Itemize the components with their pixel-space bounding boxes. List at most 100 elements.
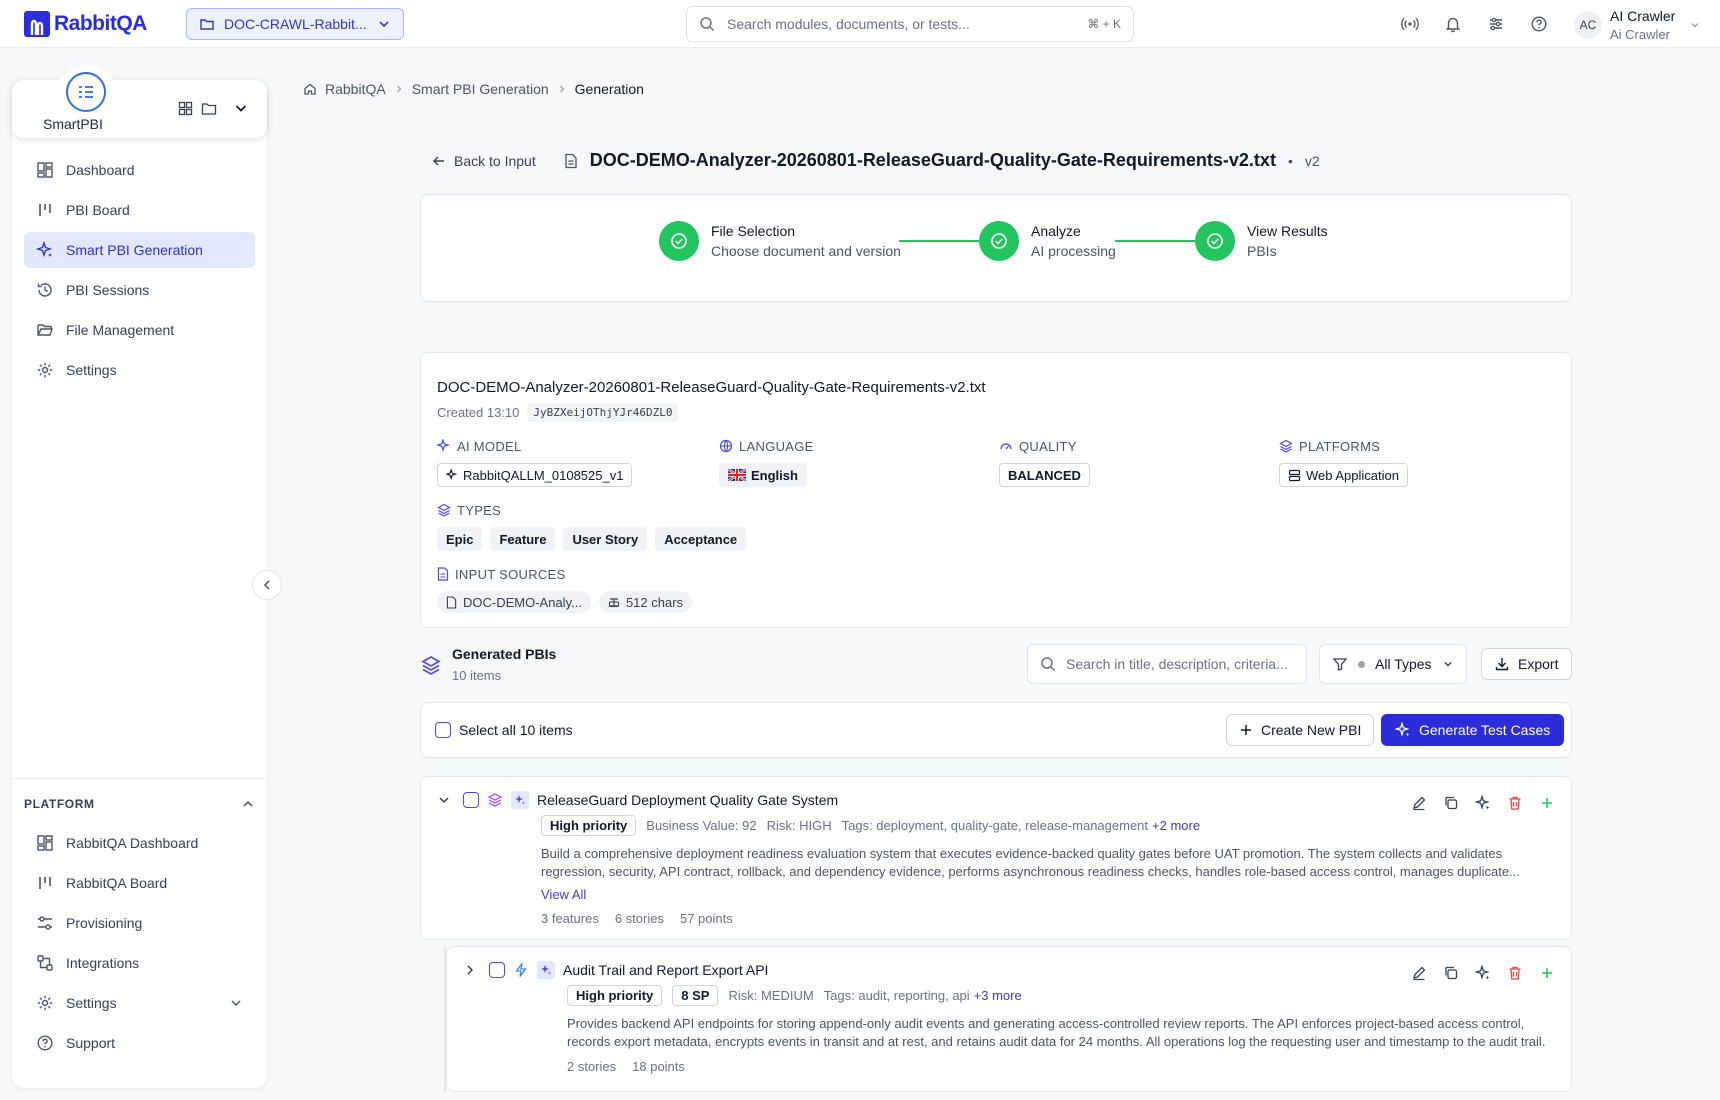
- language-chip: English: [719, 463, 807, 487]
- type-filter-select[interactable]: All Types: [1319, 644, 1467, 684]
- select-all-label[interactable]: Select all 10 items: [459, 722, 573, 738]
- breadcrumb-link[interactable]: Smart PBI Generation: [412, 81, 549, 97]
- platform-value: Web Application: [1306, 467, 1399, 483]
- field-ai-model: AI MODEL RabbitQALLM_0108525_v1: [437, 437, 633, 487]
- select-all-checkbox[interactable]: [435, 722, 451, 738]
- sidebar-item-integrations[interactable]: Integrations: [24, 945, 255, 981]
- edit-icon[interactable]: [1411, 795, 1427, 811]
- pbi-checkbox[interactable]: [463, 792, 479, 808]
- version-label: v2: [1304, 152, 1320, 169]
- breadcrumb-link[interactable]: RabbitQA: [325, 81, 386, 97]
- sidebar-item-dashboard[interactable]: Dashboard: [24, 152, 255, 188]
- edit-icon[interactable]: [1411, 965, 1427, 981]
- source-file-name: DOC-DEMO-Analy...: [463, 594, 582, 610]
- project-selector[interactable]: DOC-CRAWL-Rabbit...: [186, 8, 404, 40]
- sidebar-item-rabbitqa-dashboard[interactable]: RabbitQA Dashboard: [24, 825, 255, 861]
- generated-pbis-header: Generated PBIs 10 items Search in title,…: [420, 644, 1572, 688]
- sidebar-item-platform-settings[interactable]: Settings: [24, 985, 255, 1021]
- export-label: Export: [1518, 656, 1559, 672]
- chevron-right-icon: [557, 84, 567, 94]
- grid-icon[interactable]: [178, 101, 193, 116]
- platform-header[interactable]: PLATFORM: [12, 783, 267, 825]
- ai-enhance-icon[interactable]: [1475, 795, 1491, 811]
- pbi-item-feature[interactable]: Audit Trail and Report Export API High p…: [446, 946, 1572, 1092]
- risk-label: Risk: HIGH: [766, 818, 832, 833]
- gauge-icon: [999, 439, 1013, 453]
- sidebar-item-label: Smart PBI Generation: [66, 242, 203, 258]
- ai-enhance-icon[interactable]: [1475, 965, 1491, 981]
- app-switcher[interactable]: SmartPBI: [12, 66, 267, 138]
- quality-chip: BALANCED: [999, 463, 1090, 487]
- folder-icon[interactable]: [201, 101, 217, 116]
- user-menu[interactable]: AC AI Crawler Ai Crawler: [1574, 6, 1701, 44]
- step-analyze: Analyze AI processing: [979, 221, 1116, 261]
- layers-icon: [437, 503, 451, 517]
- chevron-down-icon[interactable]: [233, 100, 249, 116]
- sidebar-item-file-management[interactable]: File Management: [24, 312, 255, 348]
- settings-sliders-icon[interactable]: [1474, 12, 1517, 36]
- session-info-card: DOC-DEMO-Analyzer-20260801-ReleaseGuard-…: [420, 352, 1572, 628]
- sidebar-item-pbi-sessions[interactable]: PBI Sessions: [24, 272, 255, 308]
- sidebar-item-pbi-board[interactable]: PBI Board: [24, 192, 255, 228]
- copy-icon[interactable]: [1443, 795, 1459, 811]
- global-search[interactable]: Search modules, documents, or tests... ⌘…: [686, 6, 1134, 42]
- priority-badge: High priority: [567, 985, 663, 1006]
- pbi-title[interactable]: ReleaseGuard Deployment Quality Gate Sys…: [537, 792, 838, 808]
- chevron-right-icon: [394, 84, 404, 94]
- generate-test-cases-button[interactable]: Generate Test Cases: [1381, 714, 1565, 746]
- sidebar-item-label: Settings: [66, 362, 117, 378]
- delete-icon[interactable]: [1507, 795, 1523, 811]
- session-doc-title: DOC-DEMO-Analyzer-20260801-ReleaseGuard-…: [437, 379, 986, 396]
- field-input-sources: INPUT SOURCES DOC-DEMO-Analy... 512 char…: [437, 565, 693, 613]
- generate-label: Generate Test Cases: [1419, 722, 1551, 738]
- pbi-search-input[interactable]: Search in title, description, criteria..…: [1027, 644, 1307, 684]
- back-to-input-button[interactable]: Back to Input: [432, 153, 536, 169]
- step-subtitle: AI processing: [1031, 243, 1116, 259]
- stat: 2 stories: [567, 1059, 617, 1074]
- folder-open-icon: [36, 321, 54, 339]
- bell-icon[interactable]: [1431, 12, 1474, 36]
- sparkle-icon: [437, 439, 451, 453]
- brand-logo[interactable]: RabbitQA: [24, 11, 147, 37]
- view-all-link[interactable]: View All: [541, 887, 586, 902]
- pbi-search-placeholder: Search in title, description, criteria..…: [1066, 656, 1288, 672]
- pbi-title[interactable]: Audit Trail and Report Export API: [563, 962, 768, 978]
- chevron-down-icon: [377, 17, 391, 31]
- add-child-icon[interactable]: [1539, 965, 1555, 981]
- sidebar-item-support[interactable]: Support: [24, 1025, 255, 1061]
- create-pbi-button[interactable]: Create New PBI: [1226, 714, 1375, 746]
- tags-more-link[interactable]: +3 more: [974, 988, 1022, 1003]
- pbi-item-epic[interactable]: ReleaseGuard Deployment Quality Gate Sys…: [420, 776, 1572, 940]
- pbi-checkbox[interactable]: [489, 962, 505, 978]
- session-id[interactable]: JyBZXeijOThjYJr46DZL0: [527, 403, 679, 422]
- sidebar-item-smart-pbi-generation[interactable]: Smart PBI Generation: [24, 232, 255, 268]
- source-chars-value: 512 chars: [625, 594, 684, 610]
- source-file-chip[interactable]: DOC-DEMO-Analy...: [437, 591, 591, 613]
- delete-icon[interactable]: [1507, 965, 1523, 981]
- page-title: DOC-DEMO-Analyzer-20260801-ReleaseGuard-…: [589, 150, 1276, 170]
- chevron-down-icon[interactable]: [437, 793, 451, 807]
- file-icon: [446, 595, 457, 609]
- copy-icon[interactable]: [1443, 965, 1459, 981]
- pbi-description-line: Build a comprehensive deployment readine…: [541, 846, 1503, 861]
- chevron-down-icon: [229, 996, 243, 1010]
- chevron-right-icon[interactable]: [463, 963, 477, 977]
- check-circle-icon: [1195, 221, 1235, 261]
- sidebar-item-rabbitqa-board[interactable]: RabbitQA Board: [24, 865, 255, 901]
- add-child-icon[interactable]: [1539, 795, 1555, 811]
- filter-value: All Types: [1375, 656, 1432, 672]
- broadcast-icon[interactable]: [1388, 12, 1431, 36]
- sidebar-collapse-button[interactable]: [252, 570, 282, 600]
- export-button[interactable]: Export: [1481, 648, 1572, 680]
- sidebar-item-settings[interactable]: Settings: [24, 352, 255, 388]
- sliders-icon: [36, 914, 54, 932]
- platform-chip: Web Application: [1279, 463, 1408, 487]
- tags-more-link[interactable]: +2 more: [1152, 818, 1200, 833]
- stat: 57 points: [679, 911, 733, 926]
- step-subtitle: Choose document and version: [711, 243, 901, 259]
- search-icon: [1040, 656, 1056, 672]
- help-icon[interactable]: [1517, 12, 1560, 36]
- home-icon[interactable]: [303, 82, 317, 96]
- sidebar-item-provisioning[interactable]: Provisioning: [24, 905, 255, 941]
- sparkle-icon: [36, 241, 54, 259]
